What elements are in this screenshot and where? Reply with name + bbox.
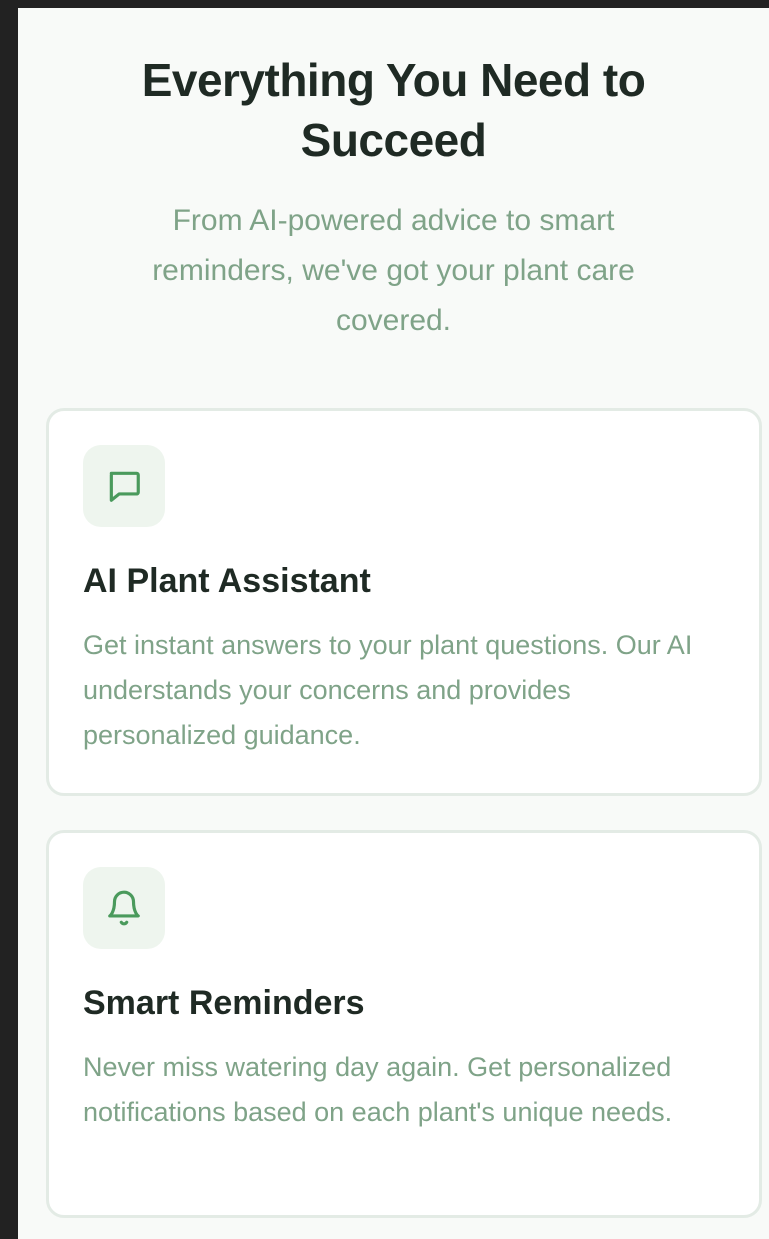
feature-card-ai-assistant: AI Plant Assistant Get instant answers t…	[46, 408, 762, 796]
feature-description: Get instant answers to your plant questi…	[83, 630, 693, 750]
feature-description: Never miss watering day again. Get perso…	[83, 1052, 673, 1127]
feature-card-smart-reminders: Smart Reminders Never miss watering day …	[46, 830, 762, 1218]
section-header: Everything You Need to Succeed From AI-p…	[18, 8, 769, 346]
features-section: Everything You Need to Succeed From AI-p…	[18, 8, 769, 1239]
section-title: Everything You Need to Succeed	[141, 54, 646, 166]
bell-icon	[83, 867, 165, 949]
section-subtitle: From AI-powered advice to smart reminder…	[152, 204, 635, 337]
message-icon	[83, 445, 165, 527]
feature-title: AI Plant Assistant	[83, 562, 371, 600]
feature-title: Smart Reminders	[83, 984, 365, 1022]
